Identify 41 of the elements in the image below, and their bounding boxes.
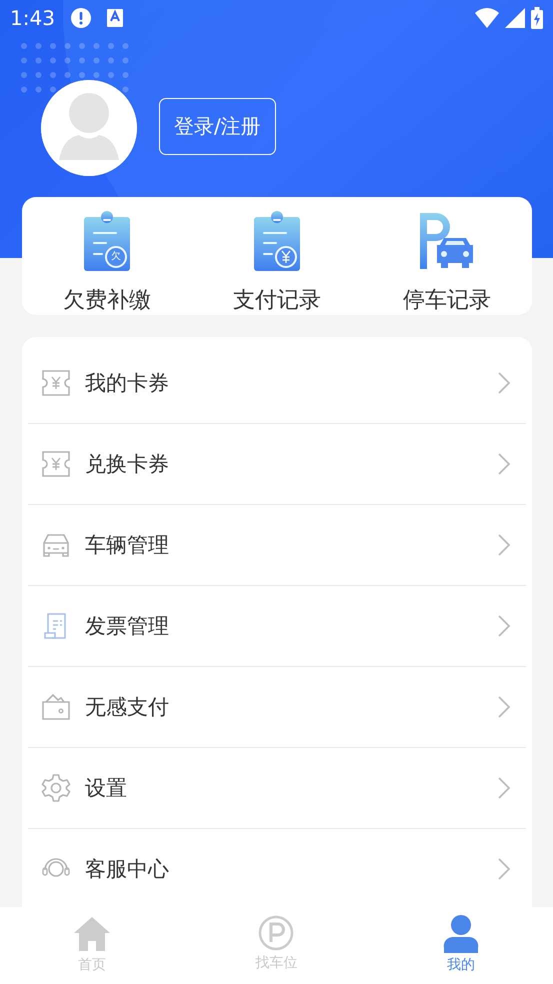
menu-label: 无感支付 [85, 694, 169, 721]
battery-icon [531, 7, 543, 29]
person-icon [442, 915, 479, 953]
shortcut-label[interactable]: 支付记录 [233, 285, 321, 315]
menu-label: 设置 [85, 775, 127, 802]
menu-label: 我的卡券 [85, 370, 169, 397]
menu-item[interactable]: 发票管理 [28, 586, 526, 667]
icon-glyph: 欠 [110, 251, 122, 263]
status-time: 1:43 [10, 6, 55, 30]
menu-item[interactable]: 兑换卡券 [28, 424, 526, 505]
chevron-icon [498, 696, 510, 718]
chevron-icon [498, 534, 510, 556]
menu-label: 兑换卡券 [85, 451, 169, 478]
wallet-icon [41, 692, 71, 722]
chevron-icon [498, 372, 510, 394]
ticket-icon [41, 368, 71, 398]
clipboard-icon [81, 211, 133, 273]
shortcut-label[interactable]: 欠费补缴 [63, 285, 151, 315]
alert-icon [70, 8, 91, 28]
ticket-icon [41, 449, 71, 479]
login-button[interactable]: 登录/注册 [159, 98, 276, 154]
clipboard-icon [251, 211, 303, 273]
chevron-icon [498, 453, 510, 475]
tab[interactable]: 我的 [368, 907, 553, 984]
home-icon [73, 915, 112, 953]
menu-item[interactable]: 无感支付 [28, 667, 526, 748]
chevron-icon [498, 777, 510, 799]
signal-icon [505, 8, 525, 28]
chevron-icon [498, 615, 510, 637]
menu-label: 客服中心 [85, 856, 169, 883]
settings-icon [41, 773, 71, 803]
chevron-icon [498, 858, 510, 880]
menu-item[interactable]: 设置 [28, 748, 526, 829]
menu-item[interactable]: 车辆管理 [28, 505, 526, 586]
menu-item[interactable]: 我的卡券 [28, 343, 526, 424]
shortcut-label[interactable]: 停车记录 [403, 285, 491, 315]
keyboard-icon [106, 9, 123, 27]
menu-label: 发票管理 [85, 613, 169, 640]
parking-icon [258, 915, 294, 951]
menu-label: 车辆管理 [85, 532, 169, 559]
wifi-icon [475, 8, 499, 28]
